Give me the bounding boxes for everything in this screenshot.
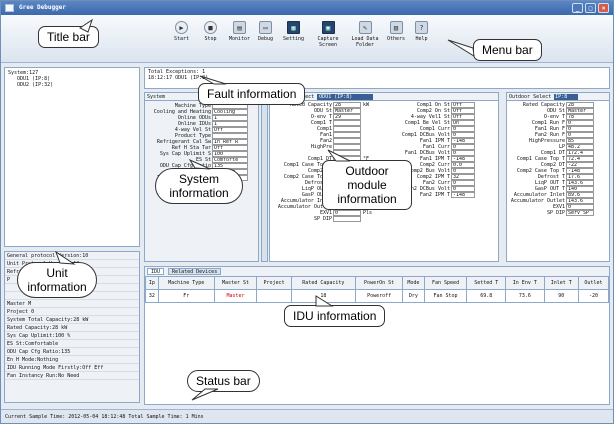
unit-info-item: System Total Capacity:28 kW [5,316,139,324]
callout-unit-info: Unit information [17,262,97,298]
idu-column-header[interactable]: Ip [145,276,159,290]
table-row[interactable]: 32 Fr Master 18 Poweroff Dry Fan Stop 69.8 73.6 9… [145,289,610,303]
unit-info-item: IDU Running Mode Firstly:Off Eff [5,364,139,372]
panel-splitter[interactable] [261,92,268,262]
field-unit: Pls [363,210,373,216]
unit-info-item: Master M [5,300,139,308]
monitor-icon: ▤ [233,21,247,34]
start-button[interactable]: ▶ Start [174,21,189,42]
unit-info-item: Rated Capacity:28 kW [5,324,139,332]
tab-related-devices[interactable]: Related Devices [168,268,222,275]
idu-column-header[interactable]: Machine Type [157,276,215,290]
idu-column-header[interactable]: Setted T [466,276,507,290]
close-button[interactable]: × [598,3,609,13]
tab-idu[interactable]: IDU [147,268,165,275]
play-icon: ▶ [175,21,189,34]
unit-info-item: Fan Instancy Run:No Need [5,372,139,380]
idu-tabs: IDU Related Devices [145,267,609,276]
table-cell: 90 [543,289,579,303]
status-text: Current Sample Time: 2012-05-04 18:12:48… [5,414,204,420]
callout-fault-info: Fault information [198,83,306,105]
folder-icon: ✎ [358,21,372,34]
table-cell: 18 [290,289,357,303]
idu-column-header[interactable]: Mode [402,276,425,290]
outdoor2-rows: Rated Capacity 28 ODU St Master O-env T 78 Com… [507,101,609,216]
title-bar: Gree Debugger _ □ × [1,1,613,15]
unit-info-item: Sys Cap Uplimit:100 % [5,332,139,340]
idu-column-header[interactable]: Inlet T [543,276,579,290]
debug-button[interactable]: ▭ Debug [258,21,273,42]
idu-header-row: Ip Machine Type Master St Project Rated Capa… [145,276,610,290]
window-title: Gree Debugger [19,4,66,11]
idu-column-header[interactable]: Rated Capacity [290,276,357,290]
unit-info-item: Project 0 [5,308,139,316]
stop-button[interactable]: ■ Stop [204,21,217,42]
capture-screen-button[interactable]: ▣ Capture Screen [313,21,343,48]
table-cell: Dry [402,289,425,303]
fault-line[interactable]: 18:12:17 ODU1 (IP:8) [145,75,609,81]
table-cell: 32 [145,289,159,303]
callout-idu-info: IDU information [284,305,386,327]
idu-column-header[interactable]: Fan Speed [423,276,468,290]
setting-button[interactable]: ▦ Setting [283,21,304,42]
idu-column-header[interactable]: PowerOn St [355,276,404,290]
unit-info-item: ES St:Comfortable [5,340,139,348]
window-controls: _ □ × [572,3,609,13]
field-label: SP DIP [546,210,565,216]
device-tree-panel: System:127 ODU1 (IP:8) ODU2 (IP:32) [4,67,140,247]
outdoor2-select-bar: Outdoor Select IP:8 [507,93,609,101]
callout-menu-bar: Menu bar [473,39,542,61]
capture-icon: ▣ [321,21,335,34]
field-row: SP DIP Serv SP [507,210,609,216]
callout-status-bar: Status bar [187,370,260,392]
idu-column-header[interactable]: Project [256,276,292,290]
field-value[interactable] [333,216,361,222]
status-bar: Current Sample Time: 2012-05-04 18:12:48… [1,409,613,423]
callout-outdoor-info: Outdoor module information [322,160,412,210]
field-value[interactable]: Serv SP [566,210,594,216]
table-cell: Master [213,289,258,303]
stop-icon: ■ [204,21,217,34]
unit-info-item: General protocol Version:10 [5,252,139,260]
table-cell [256,289,292,303]
monitor-button[interactable]: ▤ Monitor [229,21,250,42]
callout-system-info: System information [155,168,243,204]
others-icon: ▥ [389,21,403,34]
outdoor-select-dropdown[interactable]: ODU1 (IP:8) [317,93,374,100]
tree-node-odu2[interactable]: ODU2 (IP:32) [5,82,139,88]
idu-column-header[interactable]: In Env T [505,276,545,290]
table-cell: Poweroff [355,289,404,303]
help-button[interactable]: ? Help [415,21,428,42]
field-value[interactable]: -148 [451,192,475,198]
field-label: SP DIP [313,216,332,222]
field-unit: kW [363,102,370,108]
table-cell: -20 [577,289,610,303]
table-cell: 73.6 [505,289,545,303]
outdoor-module-panel-2: Outdoor Select IP:8 Rated Capacity 28 ODU … [506,92,610,262]
idu-column-header[interactable]: Outlet [577,276,610,290]
app-window: Gree Debugger _ □ × ▶ Start ■ Stop ▤ Monito… [0,0,614,424]
setting-icon: ▦ [287,21,301,34]
table-cell: 69.8 [466,289,507,303]
minimize-button[interactable]: _ [572,3,583,13]
outdoor2-select-label: Outdoor Select [509,94,552,100]
maximize-button[interactable]: □ [585,3,596,13]
app-icon [5,4,14,12]
callout-title-bar: Title bar [38,26,99,48]
table-cell: Fr [157,289,215,303]
field-row: SP DIP [270,216,388,222]
idu-table: Ip Machine Type Master St Project Rated Capa… [145,276,610,303]
table-cell: Fan Stop [423,289,468,303]
debug-icon: ▭ [259,21,273,34]
outdoor2-select-dropdown[interactable]: IP:8 [554,93,579,100]
load-data-folder-button[interactable]: ✎ Load Data Folder [351,21,379,48]
others-button[interactable]: ▥ Others [387,21,405,42]
unit-info-item: En H Mode:Nothing [5,356,139,364]
help-icon: ? [415,21,428,34]
unit-info-item: ODU Cap Cfg Ratio:135 [5,348,139,356]
idu-column-header[interactable]: Master St [213,276,258,290]
